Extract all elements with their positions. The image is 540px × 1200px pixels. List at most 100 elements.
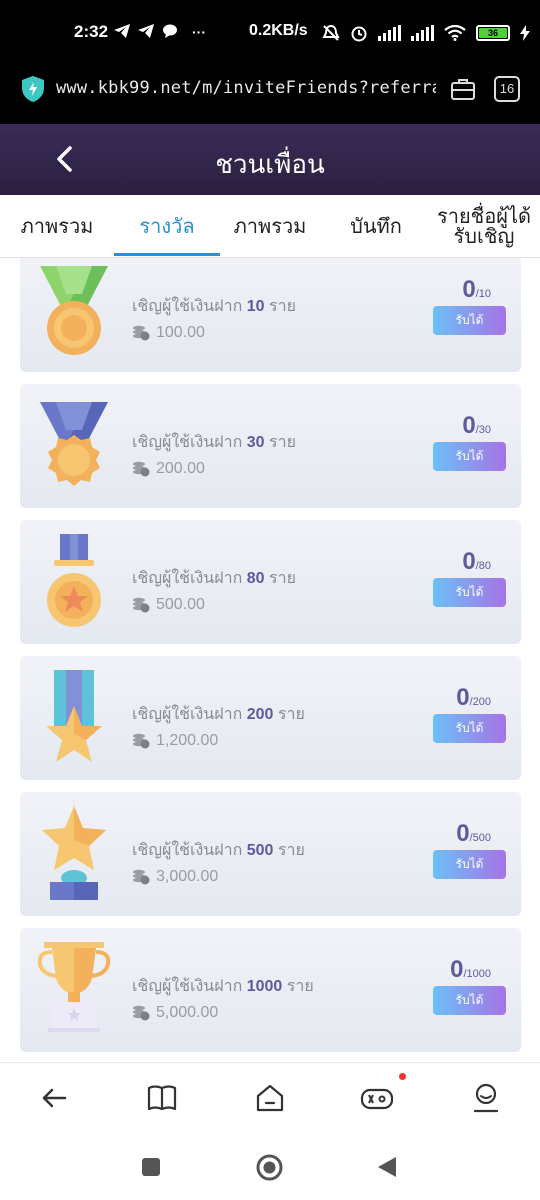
progress-target: /30 [475, 424, 491, 436]
claim-button[interactable]: รับได้ [433, 578, 506, 607]
gamepad-icon[interactable] [360, 1081, 394, 1115]
tab-records[interactable]: บันทึก [330, 195, 422, 258]
notification-icons: ··· [114, 24, 206, 40]
battery-level: 36 [479, 28, 507, 38]
status-bar: 2:32 ··· 0.2KB/s 36 [0, 0, 540, 62]
reward-card: เชิญผู้ใช้เงินฝาก 200 ราย 1,200.00 0/200… [20, 656, 521, 780]
reward-amount: 5,000.00 [156, 1004, 219, 1021]
book-icon[interactable] [145, 1081, 179, 1115]
telegram-icon [138, 24, 154, 38]
status-time: 2:32 [74, 22, 109, 41]
reward-count: 200 [246, 706, 274, 723]
mute-icon [322, 24, 340, 41]
bottom-nav [0, 1062, 540, 1134]
reward-suffix: ราย [268, 434, 296, 451]
progress-target: /1000 [463, 968, 491, 980]
home-icon[interactable] [253, 1081, 287, 1115]
reward-amount: 3,000.00 [156, 868, 219, 885]
alarm-icon [351, 26, 367, 42]
reward-suffix: ราย [286, 978, 314, 995]
tab-rewards[interactable]: รางวัล [114, 195, 220, 258]
reward-card: เชิญผู้ใช้เงินฝาก 80 ราย 500.00 0/80 รับ… [20, 520, 521, 644]
coins-icon [133, 733, 150, 749]
reward-prefix: เชิญผู้ใช้เงินฝาก [132, 842, 243, 859]
url-text[interactable]: www.kbk99.net/m/inviteFriends?referra [56, 78, 436, 98]
progress-value: 0 [450, 956, 464, 983]
claim-button[interactable]: รับได้ [433, 850, 506, 879]
claim-button[interactable]: รับได้ [433, 442, 506, 471]
more-dots-icon: ··· [192, 24, 206, 40]
charging-icon [520, 25, 530, 41]
medal-blue-ribbon-icon [40, 402, 108, 486]
coins-icon [133, 325, 150, 341]
reward-count: 80 [246, 570, 265, 587]
claim-button[interactable]: รับได้ [433, 306, 506, 335]
reward-amount-row: 1,200.00 [132, 732, 218, 750]
tab-invitee-list[interactable]: รายชื่อผู้ได้รับเชิญ [430, 195, 538, 258]
tab-count-button[interactable]: 16 [494, 76, 520, 102]
reward-card: เชิญผู้ใช้เงินฝาก 500 ราย 3,000.00 0/500… [20, 792, 521, 916]
back-triangle-icon[interactable] [376, 1155, 398, 1179]
reward-list[interactable]: เชิญผู้ใช้เงินฝาก 10 ราย 100.00 0/10 รับ… [0, 258, 540, 1060]
home-circle-icon[interactable] [256, 1154, 283, 1181]
active-tab-indicator [114, 253, 220, 256]
briefcase-icon[interactable] [450, 77, 476, 101]
progress-value: 0 [462, 548, 476, 575]
progress-value: 0 [456, 684, 470, 711]
reward-card: เชิญผู้ใช้เงินฝาก 1000 ราย 5,000.00 0/10… [20, 928, 521, 1052]
reward-count: 10 [246, 298, 265, 315]
reward-card: เชิญผู้ใช้เงินฝาก 30 ราย 200.00 0/30 รับ… [20, 384, 521, 508]
reward-count: 30 [246, 434, 265, 451]
page-header: ชวนเพื่อน [0, 124, 540, 195]
reward-count: 1000 [246, 978, 283, 995]
progress-target: /500 [469, 832, 491, 844]
profile-icon[interactable] [469, 1081, 503, 1115]
progress-target: /10 [475, 288, 491, 300]
reward-amount-row: 500.00 [132, 596, 205, 614]
chat-icon [163, 24, 177, 38]
reward-amount: 100.00 [156, 324, 205, 341]
signal-icon [411, 25, 434, 41]
coins-icon [133, 1005, 150, 1021]
progress-target: /200 [469, 696, 491, 708]
tab-overview-2[interactable]: ภาพรวม [220, 195, 320, 258]
reward-prefix: เชิญผู้ใช้เงินฝาก [132, 434, 243, 451]
gold-cup-trophy-icon [37, 942, 111, 1032]
reward-amount: 200.00 [156, 460, 205, 477]
reward-amount-row: 200.00 [132, 460, 205, 478]
reward-label: เชิญผู้ใช้เงินฝาก 500 ราย [132, 838, 305, 863]
progress-counter: 0/30 [462, 412, 491, 440]
reward-card: เชิญผู้ใช้เงินฝาก 10 ราย 100.00 0/10 รับ… [20, 258, 521, 372]
claim-button[interactable]: รับได้ [433, 986, 506, 1015]
progress-value: 0 [462, 276, 476, 303]
signal-icon [378, 25, 401, 41]
progress-counter: 0/1000 [450, 956, 491, 984]
progress-value: 0 [462, 412, 476, 439]
reward-amount-row: 100.00 [132, 324, 205, 342]
browser-url-bar: www.kbk99.net/m/inviteFriends?referra 16 [0, 62, 540, 124]
star-trophy-icon [42, 800, 106, 900]
progress-counter: 0/10 [462, 276, 491, 304]
progress-counter: 0/80 [462, 548, 491, 576]
network-speed: 0.2KB/s [249, 22, 308, 39]
recents-icon[interactable] [141, 1157, 161, 1177]
wifi-icon [444, 25, 466, 41]
page-title: ชวนเพื่อน [215, 149, 325, 179]
claim-button[interactable]: รับได้ [433, 714, 506, 743]
tab-overview[interactable]: ภาพรวม [0, 195, 114, 258]
progress-value: 0 [456, 820, 470, 847]
notification-dot [399, 1073, 406, 1080]
medal-star-gold-icon [47, 534, 101, 627]
system-nav [0, 1134, 540, 1200]
reward-label: เชิญผู้ใช้เงินฝาก 200 ราย [132, 702, 305, 727]
reward-prefix: เชิญผู้ใช้เงินฝาก [132, 298, 243, 315]
battery-icon: 36 [476, 25, 510, 41]
reward-prefix: เชิญผู้ใช้เงินฝาก [132, 978, 243, 995]
reward-amount: 1,200.00 [156, 732, 219, 749]
reward-suffix: ราย [268, 570, 296, 587]
progress-counter: 0/200 [456, 684, 491, 712]
progress-counter: 0/500 [456, 820, 491, 848]
back-arrow-icon[interactable] [37, 1081, 71, 1115]
reward-suffix: ราย [277, 706, 305, 723]
shield-lock-icon [22, 76, 44, 102]
